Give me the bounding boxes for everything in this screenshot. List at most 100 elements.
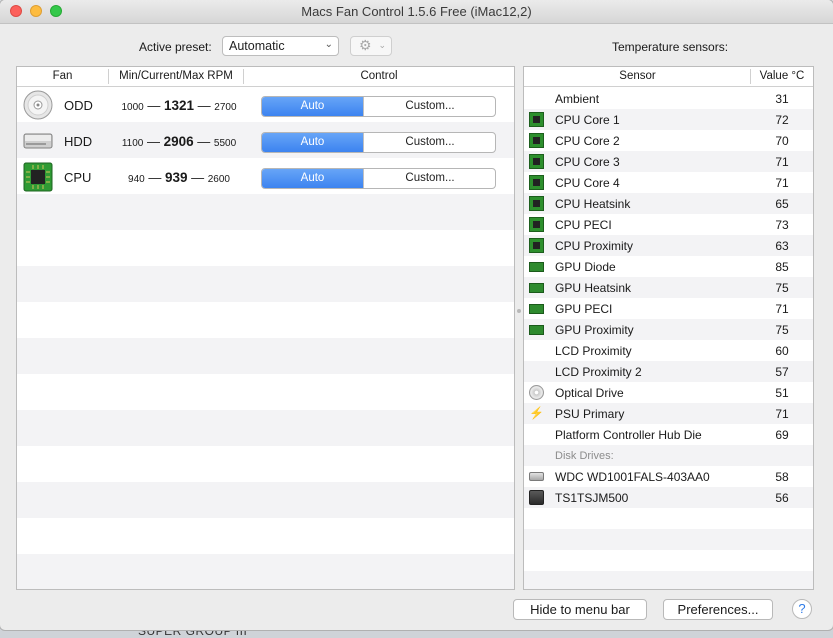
cpu-chip-icon [23, 162, 53, 192]
sensor-row[interactable]: Optical Drive 51 [524, 382, 813, 403]
sensor-value: 71 [775, 302, 789, 316]
auto-button[interactable]: Auto [262, 133, 363, 152]
fan-name: HDD [64, 134, 93, 149]
sensor-value: 31 [775, 92, 789, 106]
sensor-value: 75 [775, 281, 789, 295]
sensor-value: 60 [775, 344, 789, 358]
sensor-value: 51 [775, 386, 789, 400]
empty-row [524, 571, 813, 589]
sensor-name: WDC WD1001FALS-403AA0 [555, 470, 710, 484]
custom-button[interactable]: Custom... [363, 97, 495, 116]
chevron-down-icon: ⌄ [324, 39, 333, 50]
sensor-row[interactable]: CPU Core 1 72 [524, 109, 813, 130]
optical-drive-icon [23, 90, 53, 120]
fan-name: CPU [64, 170, 92, 185]
sensor-row[interactable]: CPU Proximity 63 [524, 235, 813, 256]
sensor-row[interactable]: CPU Core 2 70 [524, 130, 813, 151]
empty-row [524, 529, 813, 550]
sensor-name: CPU Core 4 [555, 176, 620, 190]
preset-dropdown[interactable]: Automatic ⌄ [222, 36, 339, 56]
fans-table[interactable]: Fan Min/Current/Max RPM Control ODD 1000… [16, 66, 515, 590]
sensor-value: 85 [775, 260, 789, 274]
control-column-header[interactable]: Control [244, 70, 514, 82]
sensor-name: TS1TSJM500 [555, 491, 629, 505]
sensor-rows: Ambient 31 CPU Core 1 72 CPU Core 2 70 CPU Cor… [524, 88, 813, 589]
sensor-name: Optical Drive [555, 386, 624, 400]
sensors-table-header: Sensor Value °C [524, 67, 813, 87]
sensor-name: Ambient [555, 92, 600, 106]
value-column-header[interactable]: Value °C [751, 70, 813, 82]
power-bolt-icon: ⚡ [529, 406, 544, 420]
sensor-row[interactable]: GPU Proximity 75 [524, 319, 813, 340]
sensor-row[interactable]: GPU Heatsink 75 [524, 277, 813, 298]
sensor-value: 56 [775, 491, 789, 505]
sensor-column-header[interactable]: Sensor [524, 70, 751, 82]
sensor-row[interactable]: WDC WD1001FALS-403AA0 58 [524, 466, 813, 487]
sensor-row[interactable]: ⚡ PSU Primary 71 [524, 403, 813, 424]
fan-column-header[interactable]: Fan [17, 70, 108, 82]
sensor-name: LCD Proximity 2 [555, 365, 642, 379]
sensor-value: 58 [775, 470, 789, 484]
hide-to-menu-bar-button[interactable]: Hide to menu bar [513, 599, 647, 620]
sensor-row[interactable]: Platform Controller Hub Die 69 [524, 424, 813, 445]
gpu-card-icon [529, 283, 544, 293]
fan-control-segment: Auto Custom... [261, 96, 496, 117]
auto-button[interactable]: Auto [262, 169, 363, 188]
sensor-name: CPU Core 1 [555, 113, 620, 127]
sensor-row[interactable]: LCD Proximity 60 [524, 340, 813, 361]
sensor-name: CPU Proximity [555, 239, 634, 253]
sensor-row[interactable]: CPU PECI 73 [524, 214, 813, 235]
preset-value: Automatic [229, 39, 285, 53]
sensors-table[interactable]: Sensor Value °C Ambient 31 CPU Core 1 72 CPU… [523, 66, 814, 590]
rpm-column-header[interactable]: Min/Current/Max RPM [109, 70, 243, 82]
fan-row-cpu[interactable]: CPU 940 — 939 — 2600 Auto Custom... [17, 159, 514, 195]
fan-row-hdd[interactable]: HDD 1100 — 2906 — 5500 Auto Custom... [17, 123, 514, 159]
sensor-row[interactable]: CPU Heatsink 65 [524, 193, 813, 214]
fan-control-segment: Auto Custom... [261, 168, 496, 189]
sensor-name: LCD Proximity [555, 344, 632, 358]
sensor-row[interactable]: CPU Core 3 71 [524, 151, 813, 172]
fan-row-odd[interactable]: ODD 1000 — 1321 — 2700 Auto Custom... [17, 87, 514, 123]
sensor-row[interactable]: LCD Proximity 2 57 [524, 361, 813, 382]
sensor-value: 71 [775, 407, 789, 421]
solid-state-drive-icon [529, 490, 544, 505]
sensor-row[interactable]: CPU Core 4 71 [524, 172, 813, 193]
title-bar[interactable]: Macs Fan Control 1.5.6 Free (iMac12,2) [0, 0, 833, 24]
sensor-name: CPU Core 3 [555, 155, 620, 169]
chevron-down-icon: ⌄ [378, 40, 386, 50]
fan-name: ODD [64, 98, 93, 113]
sensor-value: 72 [775, 113, 789, 127]
preferences-button[interactable]: Preferences... [663, 599, 773, 620]
sensor-value: 57 [775, 365, 789, 379]
sensor-row[interactable]: GPU PECI 71 [524, 298, 813, 319]
cpu-chip-icon [529, 112, 544, 127]
sensor-value: 63 [775, 239, 789, 253]
gpu-card-icon [529, 304, 544, 314]
cpu-chip-icon [529, 217, 544, 232]
gear-icon: ⚙ [359, 37, 372, 53]
cpu-chip-icon [529, 175, 544, 190]
sensor-row[interactable]: TS1TSJM500 56 [524, 487, 813, 508]
sensor-value: 75 [775, 323, 789, 337]
empty-row [524, 550, 813, 571]
sensor-row[interactable]: GPU Diode 85 [524, 256, 813, 277]
cpu-chip-icon [529, 133, 544, 148]
custom-button[interactable]: Custom... [363, 133, 495, 152]
split-view-divider-handle[interactable] [517, 309, 521, 313]
sensor-name: PSU Primary [555, 407, 625, 421]
sensor-row[interactable]: Ambient 31 [524, 88, 813, 109]
auto-button[interactable]: Auto [262, 97, 363, 116]
cpu-chip-icon [529, 196, 544, 211]
sensor-name: GPU Heatsink [555, 281, 632, 295]
custom-button[interactable]: Custom... [363, 169, 495, 188]
gpu-card-icon [529, 325, 544, 335]
sensor-value: 65 [775, 197, 789, 211]
sensor-value: 71 [775, 155, 789, 169]
sensor-name: GPU Proximity [555, 323, 634, 337]
gpu-card-icon [529, 262, 544, 272]
empty-row [524, 508, 813, 529]
temperature-sensors-label: Temperature sensors: [612, 40, 729, 54]
preset-actions-button[interactable]: ⚙ ⌄ [350, 36, 392, 56]
help-button[interactable]: ? [792, 599, 812, 619]
sensor-value: 69 [775, 428, 789, 442]
